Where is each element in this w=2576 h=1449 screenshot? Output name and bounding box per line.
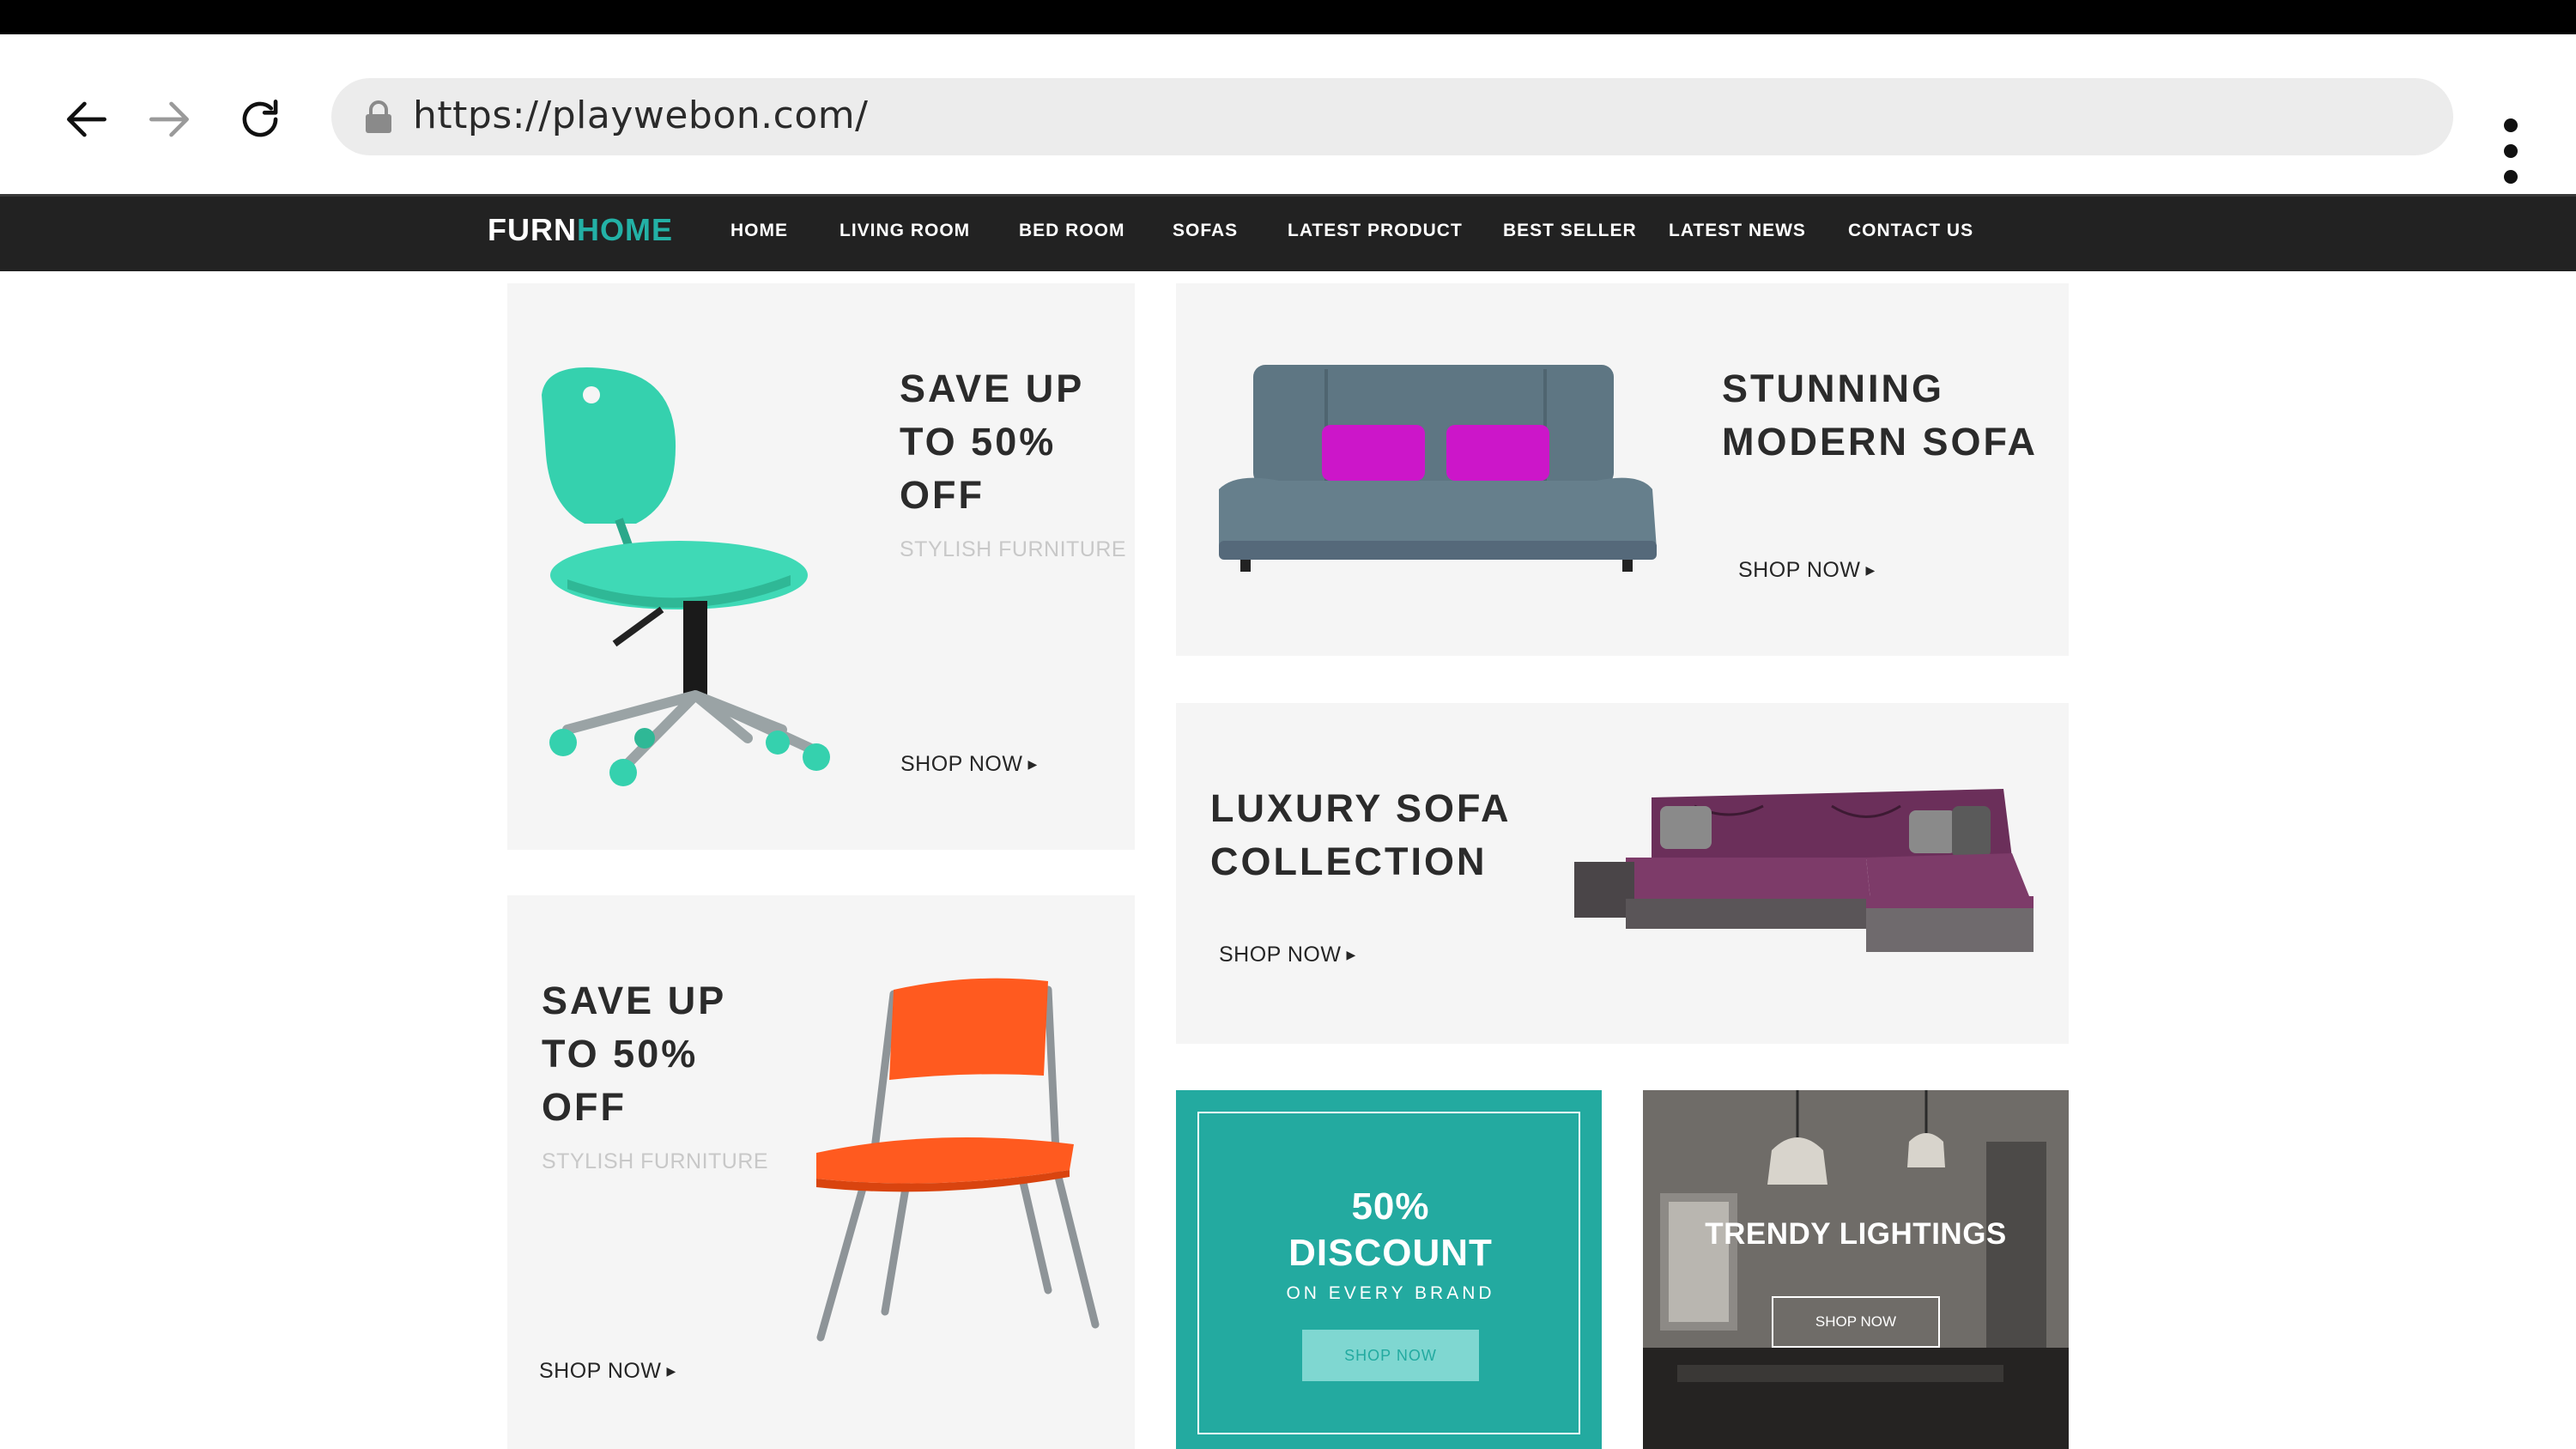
- lightings-shop-now-button[interactable]: SHOP NOW: [1772, 1296, 1940, 1348]
- banner-orange-chair: SAVE UP TO 50% OFF STYLISH FURNITURE SHO…: [507, 895, 1135, 1449]
- kitchen-background-image: [1643, 1090, 2069, 1449]
- banner-lightings: TRENDY LIGHTINGS SHOP NOW: [1643, 1090, 2069, 1449]
- caret-right-icon: ▶: [666, 1364, 676, 1378]
- url-text: https://playwebon.com/: [413, 94, 869, 137]
- reload-button[interactable]: [227, 86, 294, 153]
- back-button[interactable]: [53, 86, 120, 153]
- logo-home: HOME: [576, 212, 673, 247]
- status-bar: [0, 0, 2576, 34]
- forward-button[interactable]: [136, 86, 203, 153]
- site-logo[interactable]: FURNHOME: [488, 212, 673, 248]
- nav-latest-news[interactable]: LATEST NEWS: [1669, 221, 1806, 241]
- arrow-right-icon: [149, 101, 189, 137]
- banner-subtitle: STYLISH FURNITURE: [542, 1149, 769, 1173]
- caret-right-icon: ▶: [1865, 563, 1876, 577]
- banner-title: SAVE UP TO 50% OFF: [542, 979, 727, 1129]
- discount-title: 50% DISCOUNT: [1288, 1185, 1493, 1274]
- logo-furn: FURN: [488, 212, 577, 247]
- banner-discount: 50% DISCOUNT ON EVERY BRAND SHOP NOW: [1176, 1090, 1602, 1449]
- discount-frame: 50% DISCOUNT ON EVERY BRAND SHOP NOW: [1197, 1112, 1580, 1434]
- nav-contact-us[interactable]: CONTACT US: [1848, 221, 1973, 241]
- shop-now-label: SHOP NOW: [539, 1359, 662, 1383]
- dining-chair-image: [816, 978, 1100, 1342]
- banner-title: LUXURY SOFA COLLECTION: [1210, 786, 1512, 883]
- nav-bed-room[interactable]: BED ROOM: [1019, 221, 1125, 241]
- site-navbar: FURNHOME HOME LIVING ROOM BED ROOM SOFAS…: [0, 194, 2576, 271]
- banner-title: SAVE UP TO 50% OFF: [900, 367, 1085, 517]
- address-bar[interactable]: https://playwebon.com/: [331, 78, 2453, 155]
- nav-home[interactable]: HOME: [730, 221, 788, 241]
- nav-sofas[interactable]: SOFAS: [1173, 221, 1238, 241]
- sectional-sofa-image: [1574, 789, 2034, 952]
- lock-icon: [366, 100, 391, 133]
- nav-best-seller[interactable]: BEST SELLER: [1503, 221, 1637, 241]
- sofa-image: [1219, 365, 1657, 572]
- arrow-left-icon: [67, 101, 106, 137]
- discount-subtitle: ON EVERY BRAND: [1286, 1283, 1495, 1303]
- banner-modern-sofa: STUNNING MODERN SOFA SHOP NOW ▶: [1176, 283, 2069, 656]
- caret-right-icon: ▶: [1346, 948, 1356, 961]
- browser-toolbar: https://playwebon.com/: [0, 34, 2576, 194]
- caret-right-icon: ▶: [1027, 757, 1038, 771]
- shop-now-link[interactable]: SHOP NOW ▶: [1738, 558, 1876, 583]
- nav-living-room[interactable]: LIVING ROOM: [839, 221, 970, 241]
- shop-now-label: SHOP NOW: [1738, 558, 1861, 582]
- shop-now-label: SHOP NOW: [1219, 943, 1342, 967]
- reload-icon: [242, 100, 278, 137]
- shop-now-label: SHOP NOW: [900, 752, 1023, 776]
- shop-now-link[interactable]: SHOP NOW ▶: [539, 1359, 676, 1384]
- banner-luxury-sofa: LUXURY SOFA COLLECTION SHOP NOW ▶: [1176, 703, 2069, 1044]
- lightings-title: TRENDY LIGHTINGS: [1705, 1217, 2007, 1251]
- office-chair-image: [542, 367, 830, 786]
- more-vertical-icon[interactable]: [2489, 117, 2532, 185]
- nav-latest-product[interactable]: LATEST PRODUCT: [1288, 221, 1463, 241]
- banner-teal-chair: SAVE UP TO 50% OFF STYLISH FURNITURE SHO…: [507, 283, 1135, 850]
- banner-subtitle: STYLISH FURNITURE: [900, 537, 1127, 561]
- shop-now-link[interactable]: SHOP NOW ▶: [900, 752, 1038, 777]
- banner-title: STUNNING MODERN SOFA: [1722, 367, 2039, 464]
- discount-shop-now-button[interactable]: SHOP NOW: [1302, 1330, 1479, 1381]
- shop-now-link[interactable]: SHOP NOW ▶: [1219, 943, 1356, 967]
